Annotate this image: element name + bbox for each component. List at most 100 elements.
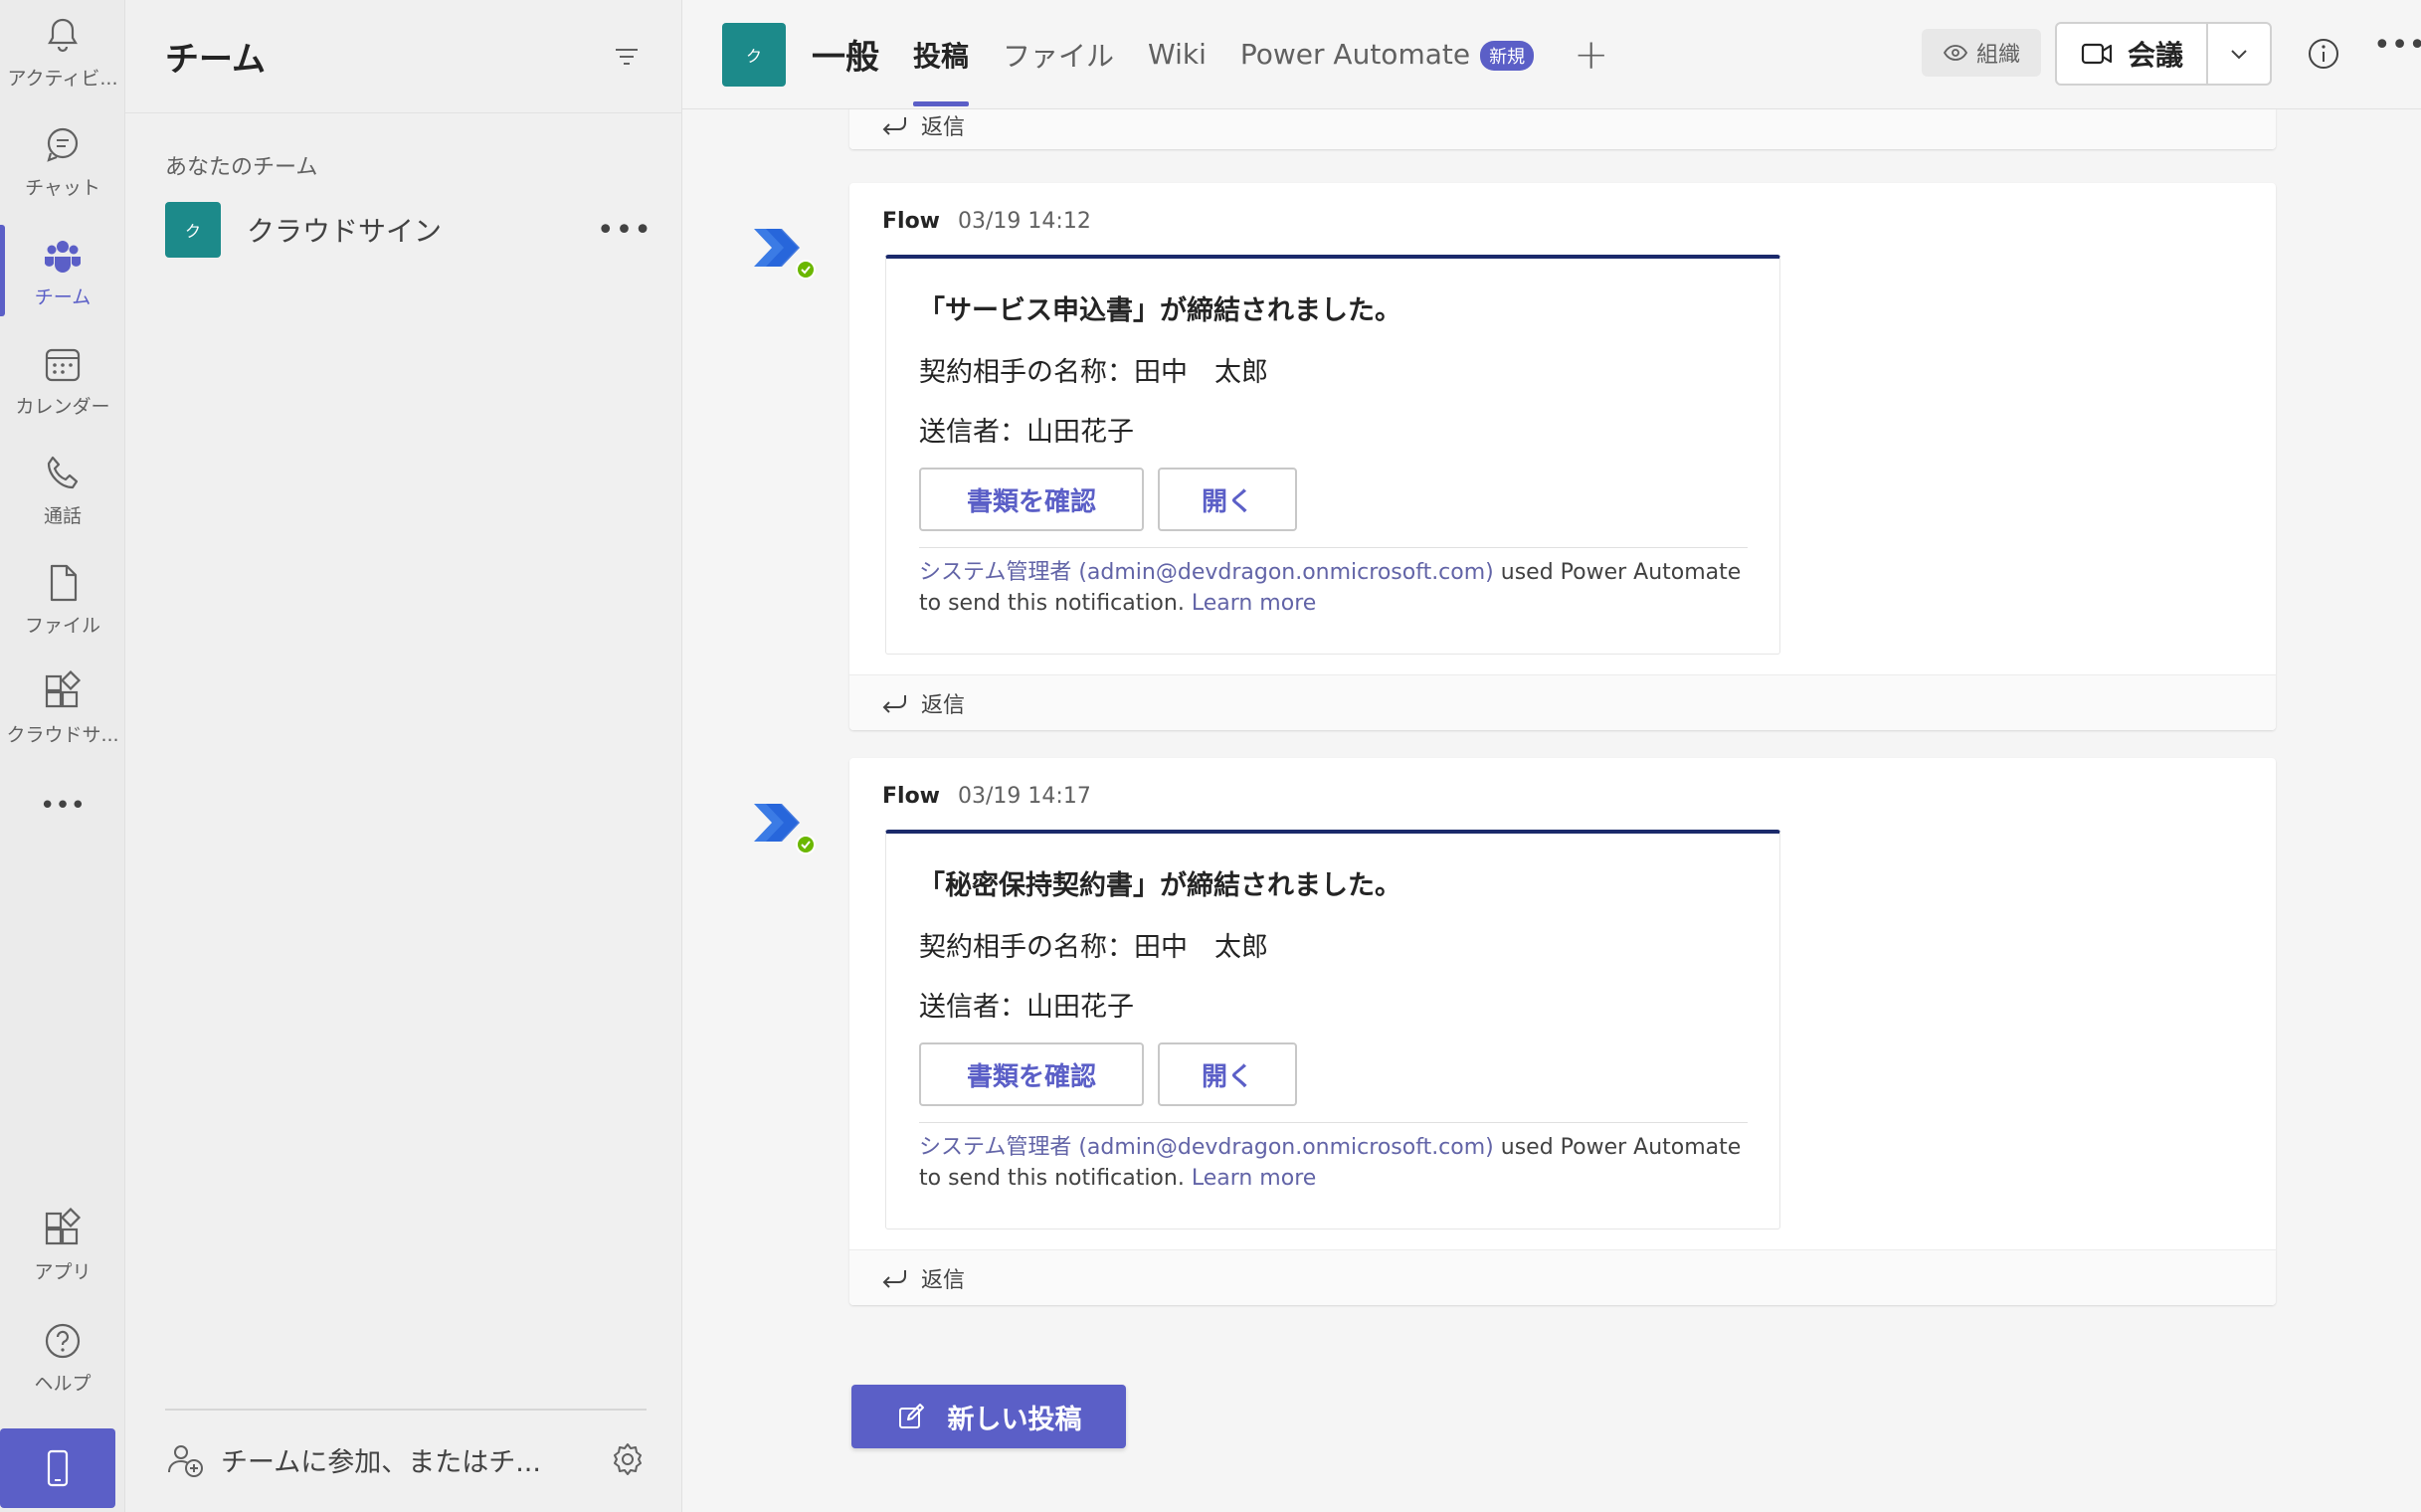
join-team-row[interactable]: チームに参加、またはチ... <box>165 1409 647 1508</box>
flow-bot-avatar <box>754 804 816 854</box>
reply-label: 返信 <box>921 1267 966 1293</box>
rail-label: ファイル <box>24 614 100 637</box>
flow-bot-avatar <box>754 229 816 280</box>
video-camera-icon <box>2081 43 2113 65</box>
tab-wiki[interactable]: Wiki <box>1148 38 1207 71</box>
reply-bar[interactable]: 返信 <box>849 1249 2276 1305</box>
file-icon <box>50 564 78 601</box>
meet-now-button[interactable]: 会議 <box>2057 24 2208 84</box>
teams-panel: チーム あなたのチーム ク クラウドサイン ••• チームに参加、またはチ... <box>125 0 682 1512</box>
admin-link[interactable]: システム管理者 (admin@devdragon.onmicrosoft.com… <box>919 1135 1494 1160</box>
tab-power-automate[interactable]: Power Automate 新規 <box>1239 38 1535 71</box>
compose-icon <box>898 1404 924 1428</box>
filter-icon[interactable] <box>612 42 642 72</box>
check-document-button[interactable]: 書類を確認 <box>919 1042 1144 1106</box>
gear-icon[interactable] <box>609 1440 647 1478</box>
rail-label: チーム <box>34 285 92 308</box>
tab-posts[interactable]: 投稿 <box>913 35 970 106</box>
team-avatar: ク <box>165 202 221 258</box>
rail-label: アクティビ... <box>7 67 118 90</box>
meet-button[interactable]: 会議 <box>2055 22 2272 86</box>
add-people-icon <box>168 1445 203 1477</box>
rail-item-chat[interactable]: チャット <box>0 109 125 213</box>
previous-message-card: 返信 <box>849 109 2276 149</box>
app-icon <box>45 669 82 707</box>
sender-name: Flow <box>882 784 941 809</box>
calendar-icon <box>45 348 81 381</box>
meet-dropdown-button[interactable] <box>2208 24 2270 84</box>
power-automate-note: システム管理者 (admin@devdragon.onmicrosoft.com… <box>919 557 1755 619</box>
card-divider <box>919 547 1748 548</box>
more-options-button[interactable]: ••• <box>2373 28 2421 63</box>
tab-files[interactable]: ファイル <box>1003 35 1114 75</box>
teams-icon <box>45 240 81 273</box>
help-icon <box>45 1323 81 1358</box>
info-icon[interactable] <box>2306 36 2341 72</box>
card-title: 「サービス申込書」が締結されました。 <box>918 295 1401 326</box>
power-automate-note: システム管理者 (admin@devdragon.onmicrosoft.com… <box>919 1132 1755 1194</box>
team-item-cloudsign[interactable]: ク クラウドサイン ••• <box>165 201 652 259</box>
rail-label: 通話 <box>43 504 82 527</box>
eye-icon <box>1943 45 1968 61</box>
new-post-button[interactable]: 新しい投稿 <box>851 1385 1126 1448</box>
rail-label: カレンダー <box>15 395 110 418</box>
rail-item-calendar[interactable]: カレンダー <box>0 328 125 432</box>
rail-label: アプリ <box>34 1260 92 1283</box>
learn-more-link[interactable]: Learn more <box>1192 1166 1316 1191</box>
check-document-button[interactable]: 書類を確認 <box>919 468 1144 531</box>
rail-more-button[interactable]: ••• <box>0 776 125 836</box>
open-button[interactable]: 開く <box>1158 1042 1297 1106</box>
reply-arrow-icon <box>882 116 906 135</box>
org-label: 組織 <box>1975 43 2020 68</box>
rail-item-calls[interactable]: 通話 <box>0 438 125 541</box>
app-rail: アクティビ... チャット チーム カレンダー 通話 ファイル クラウドサ...… <box>0 0 125 1512</box>
more-icon: ••• <box>39 791 86 821</box>
rail-item-cloudsign-app[interactable]: クラウドサ... <box>0 657 125 760</box>
team-more-button[interactable]: ••• <box>597 213 652 248</box>
channel-name: 一般 <box>812 38 879 78</box>
chevron-down-icon <box>2231 50 2247 60</box>
org-button[interactable]: 組織 <box>1922 29 2041 77</box>
message-header: Flow 03/19 14:17 <box>882 784 1091 809</box>
bell-icon <box>48 18 78 52</box>
rail-label: チャット <box>25 176 100 199</box>
sender-line: 送信者：山田花子 <box>919 992 1134 1023</box>
rail-item-files[interactable]: ファイル <box>0 547 125 651</box>
card-divider <box>919 1122 1748 1123</box>
reply-arrow-icon <box>882 694 906 713</box>
panel-header: チーム <box>125 0 681 113</box>
team-name: クラウドサイン <box>247 215 443 248</box>
message-header: Flow 03/19 14:12 <box>882 209 1091 234</box>
new-badge: 新規 <box>1480 41 1535 71</box>
reply-arrow-icon <box>882 1269 906 1288</box>
apps-icon <box>45 1207 82 1244</box>
adaptive-card: 「サービス申込書」が締結されました。 契約相手の名称：田中 太郎 送信者：山田花… <box>885 255 1780 655</box>
mobile-app-button[interactable] <box>0 1428 115 1508</box>
message-feed: 返信 Flow 03/19 14:12 「サービス申込書」が締結されました。 契約… <box>682 109 2421 1512</box>
rail-item-activity[interactable]: アクティビ... <box>0 0 125 103</box>
counterparty-line: 契約相手の名称：田中 太郎 <box>919 932 1268 963</box>
card-title: 「秘密保持契約書」が締結されました。 <box>918 870 1401 901</box>
adaptive-card: 「秘密保持契約書」が締結されました。 契約相手の名称：田中 太郎 送信者：山田花… <box>885 830 1780 1229</box>
message-card: Flow 03/19 14:12 「サービス申込書」が締結されました。 契約相手の… <box>849 183 2276 730</box>
counterparty-line: 契約相手の名称：田中 太郎 <box>919 357 1268 388</box>
add-tab-button[interactable]: + <box>1574 30 1608 79</box>
panel-title: チーム <box>165 40 266 80</box>
open-button[interactable]: 開く <box>1158 468 1297 531</box>
timestamp: 03/19 14:17 <box>958 784 1091 809</box>
message-card: Flow 03/19 14:17 「秘密保持契約書」が締結されました。 契約相手の… <box>849 758 2276 1305</box>
reply-label: 返信 <box>921 692 966 718</box>
learn-more-link[interactable]: Learn more <box>1192 591 1316 616</box>
reply-bar[interactable]: 返信 <box>849 109 2276 149</box>
channel-avatar: ク <box>722 22 786 87</box>
rail-item-teams[interactable]: チーム <box>0 219 125 322</box>
tab-power-automate-label: Power Automate <box>1239 38 1471 71</box>
sender-line: 送信者：山田花子 <box>919 417 1134 448</box>
rail-item-help[interactable]: ヘルプ <box>0 1305 125 1409</box>
phone-icon <box>47 456 79 488</box>
rail-item-apps[interactable]: アプリ <box>0 1194 125 1297</box>
admin-link[interactable]: システム管理者 (admin@devdragon.onmicrosoft.com… <box>919 560 1494 585</box>
new-post-label: 新しい投稿 <box>947 1404 1082 1435</box>
rail-label: クラウドサ... <box>6 723 119 746</box>
reply-bar[interactable]: 返信 <box>849 674 2276 730</box>
